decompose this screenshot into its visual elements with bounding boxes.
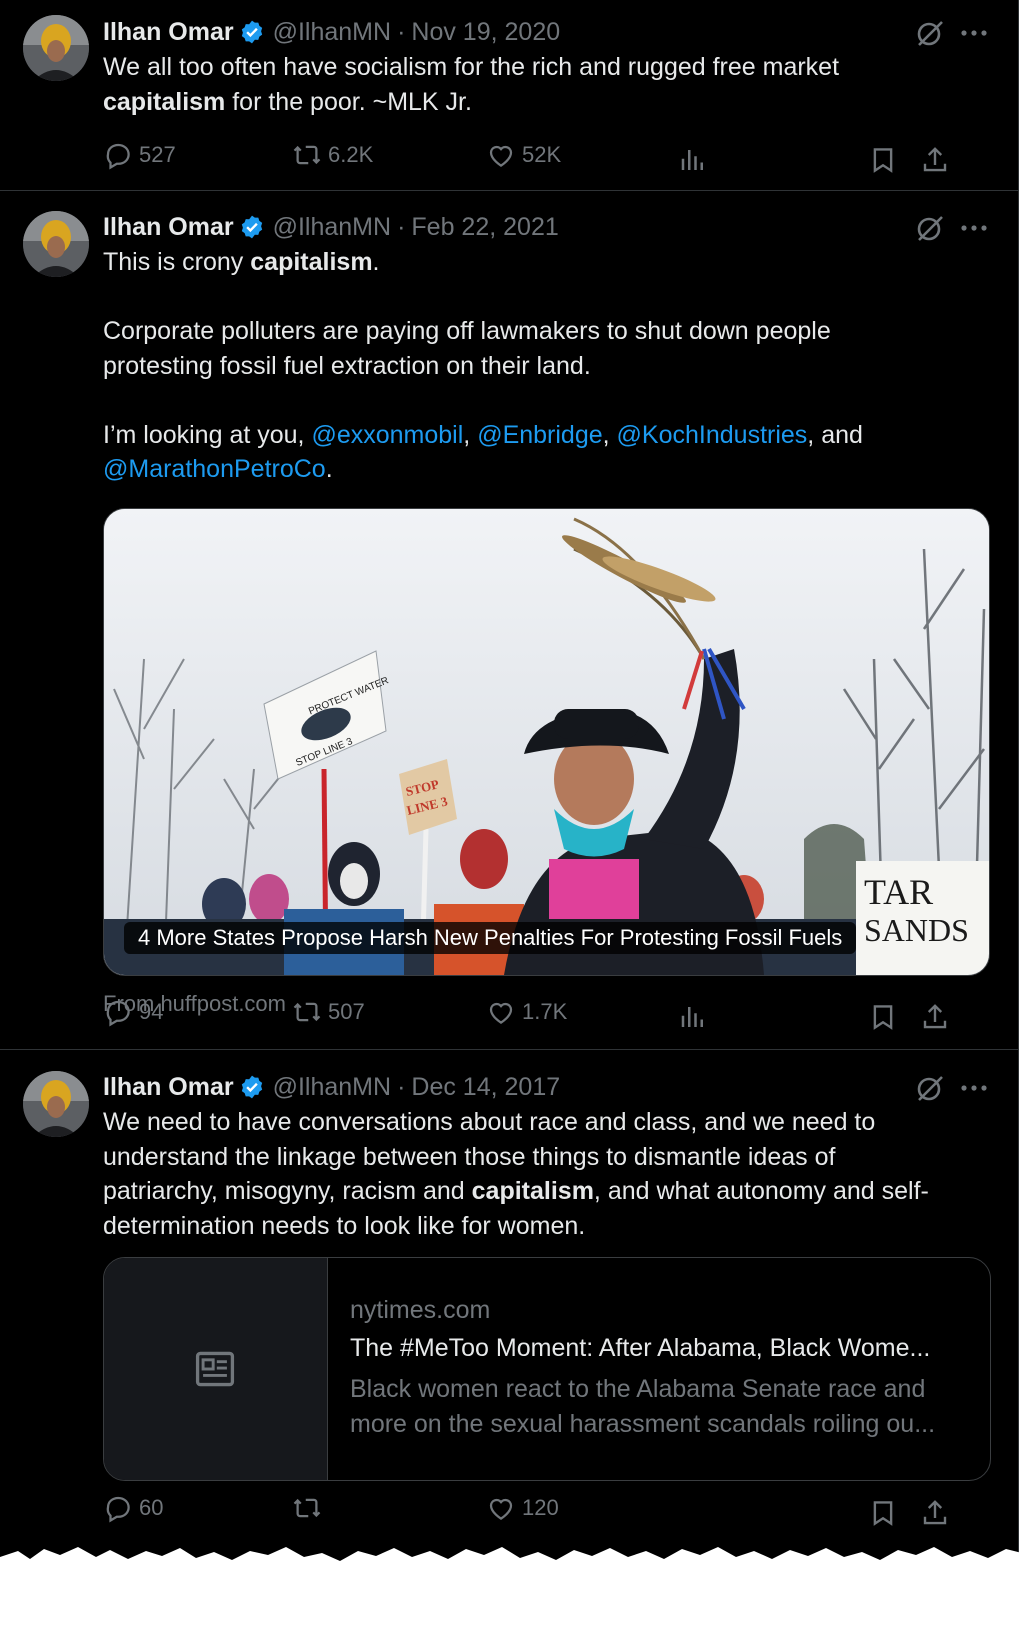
tweet-header: Ilhan Omar @IlhanMN · Dec 14, 2017 — [103, 1070, 560, 1104]
mention-link[interactable]: @exxonmobil — [311, 421, 463, 449]
views-icon[interactable] — [678, 1002, 708, 1032]
more-options-icon[interactable] — [960, 1073, 988, 1103]
tweet-text: We need to have conversations about race… — [103, 1108, 929, 1240]
avatar[interactable] — [23, 211, 89, 277]
reply-icon — [106, 143, 130, 170]
more-options-icon[interactable] — [960, 18, 988, 48]
avatar[interactable] — [23, 1071, 89, 1137]
repost-button[interactable]: 6.2K — [292, 140, 373, 170]
tweet[interactable]: Ilhan Omar @IlhanMN · Nov 19, 2020 We al… — [0, 0, 1018, 190]
card-thumbnail — [104, 1258, 328, 1480]
repost-count: 507 — [328, 999, 365, 1024]
repost-button[interactable] — [292, 1493, 328, 1523]
reply-count: 60 — [139, 1495, 164, 1520]
tweet-text: We all too often have socialism for the … — [103, 53, 840, 116]
grok-icon[interactable] — [915, 1073, 945, 1103]
separator-dot: · — [397, 17, 406, 46]
author-name[interactable]: Ilhan Omar — [103, 1073, 234, 1102]
author-name[interactable]: Ilhan Omar — [103, 213, 234, 242]
torn-edge — [0, 1547, 1030, 1636]
verified-badge-icon — [241, 20, 262, 44]
author-handle[interactable]: @IlhanMN — [273, 18, 391, 47]
reply-button[interactable]: 94 — [103, 997, 163, 1027]
author-handle[interactable]: @IlhanMN — [273, 1073, 391, 1102]
heart-icon — [489, 1498, 513, 1520]
bookmark-icon[interactable] — [868, 145, 898, 175]
tweet-date[interactable]: Nov 19, 2020 — [411, 18, 560, 47]
like-count: 1.7K — [522, 999, 568, 1024]
bookmark-icon[interactable] — [868, 1498, 898, 1528]
bookmark-icon[interactable] — [868, 1002, 898, 1032]
card-domain: nytimes.com — [350, 1296, 491, 1324]
share-icon[interactable] — [920, 1002, 950, 1032]
views-icon[interactable] — [678, 145, 708, 175]
like-count: 52K — [522, 142, 562, 167]
tweet-text: This is crony capitalism. Corporate poll… — [103, 248, 863, 483]
like-button[interactable]: 120 — [486, 1493, 559, 1523]
link-preview-image[interactable]: PROTECT WATER STOP LINE 3 STOP LINE 3 TA… — [103, 508, 990, 976]
verified-badge-icon — [241, 215, 262, 239]
author-name[interactable]: Ilhan Omar — [103, 18, 234, 47]
tweet-actions: 94 507 1.7K — [0, 997, 1018, 1037]
repost-button[interactable]: 507 — [292, 997, 365, 1027]
like-count: 120 — [522, 1495, 559, 1520]
tweet[interactable]: Ilhan Omar @IlhanMN · Feb 22, 2021 This … — [0, 191, 1018, 1049]
mention-link[interactable]: @MarathonPetroCo — [103, 455, 326, 483]
tweet-actions: 60 120 — [0, 1493, 1018, 1533]
link-preview-caption: 4 More States Propose Harsh New Penaltie… — [124, 922, 857, 954]
repost-icon — [293, 1002, 321, 1022]
reply-icon — [106, 1000, 130, 1027]
author-handle[interactable]: @IlhanMN — [273, 213, 391, 242]
separator-dot: · — [397, 1072, 406, 1101]
grok-icon[interactable] — [915, 213, 945, 243]
card-title: The #MeToo Moment: After Alabama, Black … — [350, 1334, 931, 1362]
protest-photo: PROTECT WATER STOP LINE 3 STOP LINE 3 TA… — [104, 509, 989, 975]
heart-icon — [489, 1002, 513, 1024]
grok-icon[interactable] — [915, 18, 945, 48]
like-button[interactable]: 52K — [486, 140, 561, 170]
sign-text: SANDS — [864, 912, 969, 948]
tweet-header: Ilhan Omar @IlhanMN · Nov 19, 2020 — [103, 15, 560, 49]
tweet-actions: 527 6.2K 52K — [0, 140, 1018, 180]
link-card[interactable]: nytimes.com The #MeToo Moment: After Ala… — [103, 1257, 991, 1481]
reply-count: 94 — [139, 999, 164, 1024]
like-button[interactable]: 1.7K — [486, 997, 567, 1027]
mention-link[interactable]: @KochIndustries — [617, 421, 808, 449]
reply-button[interactable]: 60 — [103, 1493, 163, 1523]
verified-badge-icon — [241, 1075, 262, 1099]
avatar[interactable] — [23, 15, 89, 81]
reply-count: 527 — [139, 142, 176, 167]
repost-icon — [293, 1498, 321, 1518]
sign-text: TAR — [864, 872, 933, 912]
tweet-header: Ilhan Omar @IlhanMN · Feb 22, 2021 — [103, 210, 559, 244]
timeline-feed: Ilhan Omar @IlhanMN · Nov 19, 2020 We al… — [0, 0, 1019, 1636]
separator-dot: · — [397, 212, 406, 241]
more-options-icon[interactable] — [960, 213, 988, 243]
mention-link[interactable]: @Enbridge — [477, 421, 602, 449]
reply-button[interactable]: 527 — [103, 140, 176, 170]
share-icon[interactable] — [920, 145, 950, 175]
article-icon — [195, 1351, 235, 1387]
reply-icon — [106, 1496, 130, 1523]
repost-icon — [293, 145, 321, 165]
repost-count: 6.2K — [328, 142, 374, 167]
heart-icon — [489, 145, 513, 167]
tweet-date[interactable]: Dec 14, 2017 — [411, 1073, 560, 1102]
share-icon[interactable] — [920, 1498, 950, 1528]
tweet-date[interactable]: Feb 22, 2021 — [411, 213, 558, 242]
card-description: Black women react to the Alabama Senate … — [350, 1375, 936, 1438]
